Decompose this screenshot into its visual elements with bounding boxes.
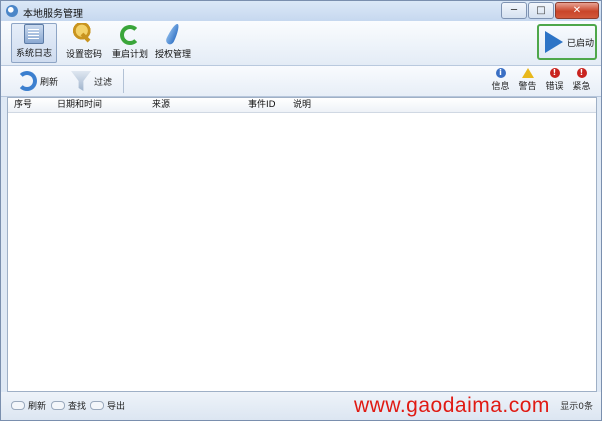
toolbar-system-log-label: 系统日志 — [15, 49, 52, 59]
level-warning-label: 警告 — [518, 82, 537, 92]
maximize-button[interactable]: □ — [528, 2, 554, 19]
refresh-button[interactable]: 刷新 — [17, 70, 58, 92]
status-find-button[interactable]: 查找 — [51, 399, 86, 412]
toolbar-license-button[interactable]: 授权管理 — [152, 22, 194, 63]
key-icon — [73, 23, 95, 45]
status-export-label: 导出 — [107, 402, 126, 412]
service-status-label: 已启动 — [567, 38, 595, 49]
column-header-index[interactable]: 序号 — [8, 98, 51, 112]
info-icon: i — [495, 68, 506, 78]
column-header-description[interactable]: 说明 — [287, 98, 587, 112]
cloud-icon — [90, 401, 104, 410]
level-critical-toggle[interactable]: ! 紧急 — [568, 68, 595, 92]
toolbar-divider — [123, 69, 124, 93]
feather-icon — [164, 22, 182, 46]
restart-icon — [120, 25, 140, 45]
app-window: 本地服务管理 ─ □ ✕ 系统日志 设置密码 重启计划 授权管理 已启动 刷新 … — [0, 0, 602, 421]
watermark-text: www.gaodaima.com — [354, 394, 550, 417]
toolbar-set-password-label: 设置密码 — [65, 50, 102, 60]
status-bar: 刷新 查找 导出 显示0条 www.gaodaima.com — [1, 392, 601, 420]
app-icon — [6, 5, 18, 17]
column-header-source[interactable]: 来源 — [146, 98, 242, 112]
level-warning-toggle[interactable]: 警告 — [514, 68, 541, 92]
close-button[interactable]: ✕ — [555, 2, 599, 19]
window-title: 本地服务管理 — [23, 9, 83, 20]
minimize-button[interactable]: ─ — [501, 2, 527, 19]
log-table[interactable]: 序号 日期和时间 来源 事件ID 说明 — [7, 97, 597, 392]
cloud-icon — [11, 401, 25, 410]
filter-icon — [71, 71, 91, 91]
play-icon — [545, 31, 563, 53]
cloud-icon — [51, 401, 65, 410]
record-count: 显示0条 — [560, 402, 593, 412]
window-controls: ─ □ ✕ — [500, 2, 599, 19]
level-info-label: 信息 — [491, 82, 510, 92]
toolbar-restart-plan-label: 重启计划 — [111, 50, 148, 60]
column-header-event-id[interactable]: 事件ID — [242, 98, 287, 112]
main-toolbar: 系统日志 设置密码 重启计划 授权管理 已启动 — [1, 21, 601, 66]
service-started-button[interactable]: 已启动 — [537, 24, 597, 60]
refresh-label: 刷新 — [40, 77, 59, 88]
level-error-toggle[interactable]: ! 错误 — [541, 68, 568, 92]
log-level-filters: i 信息 警告 ! 错误 ! 紧急 — [487, 68, 595, 92]
warning-icon — [521, 68, 534, 78]
status-find-label: 查找 — [68, 402, 87, 412]
toolbar-restart-plan-button[interactable]: 重启计划 — [109, 23, 151, 63]
status-refresh-button[interactable]: 刷新 — [11, 399, 46, 412]
level-info-toggle[interactable]: i 信息 — [487, 68, 514, 92]
level-error-label: 错误 — [545, 82, 564, 92]
log-toolbar: 刷新 过滤 i 信息 警告 ! 错误 ! 紧急 — [1, 66, 601, 97]
status-refresh-label: 刷新 — [28, 402, 47, 412]
column-header-datetime[interactable]: 日期和时间 — [51, 98, 146, 112]
filter-label: 过滤 — [94, 77, 113, 88]
level-critical-label: 紧急 — [572, 82, 591, 92]
table-header: 序号 日期和时间 来源 事件ID 说明 — [8, 98, 596, 113]
log-icon — [24, 24, 44, 44]
toolbar-set-password-button[interactable]: 设置密码 — [63, 23, 105, 63]
filter-button[interactable]: 过滤 — [71, 70, 112, 92]
refresh-icon — [17, 71, 37, 91]
critical-icon: ! — [576, 68, 587, 78]
status-export-button[interactable]: 导出 — [90, 399, 125, 412]
error-icon: ! — [549, 68, 560, 78]
toolbar-license-label: 授权管理 — [154, 50, 191, 60]
title-bar[interactable]: 本地服务管理 ─ □ ✕ — [1, 1, 601, 21]
toolbar-system-log-button[interactable]: 系统日志 — [11, 23, 57, 63]
